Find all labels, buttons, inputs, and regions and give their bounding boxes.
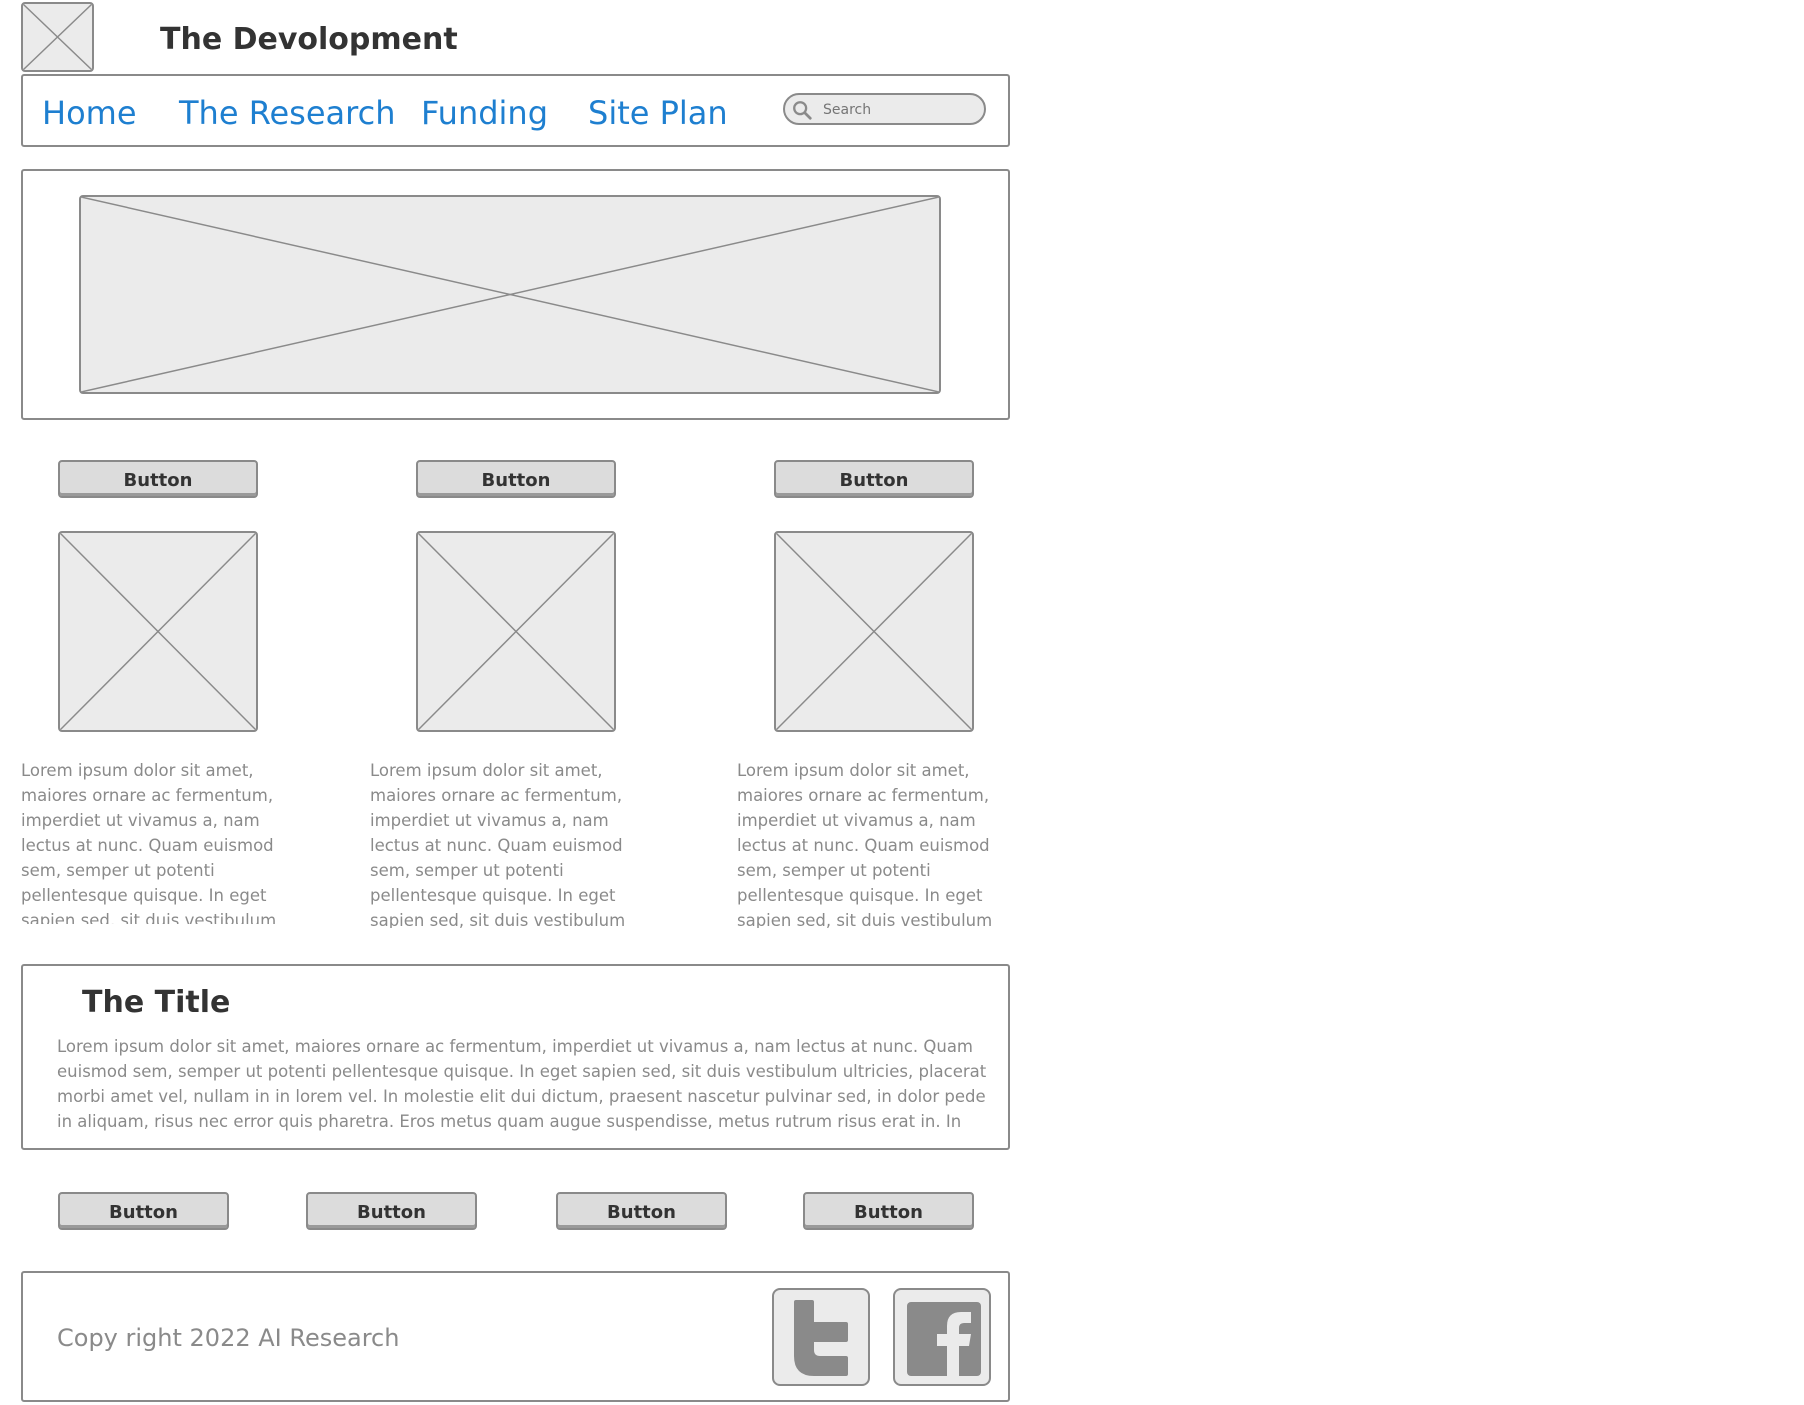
search-box[interactable] xyxy=(783,93,986,125)
article-title: The Title xyxy=(82,985,231,1020)
image-placeholder-icon xyxy=(60,533,256,730)
image-placeholder-icon xyxy=(81,197,939,392)
nav-item-site-plan[interactable]: Site Plan xyxy=(588,94,728,132)
twitter-link[interactable] xyxy=(772,1288,870,1386)
column-2-text: Lorem ipsum dolor sit amet, maiores orna… xyxy=(370,761,626,928)
column-3-text: Lorem ipsum dolor sit amet, maiores orna… xyxy=(737,761,993,928)
column-2-button[interactable]: Button xyxy=(416,460,616,498)
column-2-image-placeholder xyxy=(416,531,616,732)
column-3-button[interactable]: Button xyxy=(774,460,974,498)
bottom-button-3[interactable]: Button xyxy=(556,1192,727,1230)
column-1-text: Lorem ipsum dolor sit amet, maiores orna… xyxy=(21,761,277,924)
bottom-button-4[interactable]: Button xyxy=(803,1192,974,1230)
facebook-icon xyxy=(907,1302,981,1376)
facebook-link[interactable] xyxy=(893,1288,991,1386)
search-input[interactable] xyxy=(821,98,975,122)
bottom-button-2[interactable]: Button xyxy=(306,1192,477,1230)
image-placeholder-icon xyxy=(418,533,614,730)
twitter-icon xyxy=(794,1300,848,1376)
nav-item-research[interactable]: The Research xyxy=(179,94,395,132)
site-title: The Devolopment xyxy=(160,22,458,57)
image-placeholder-icon xyxy=(776,533,972,730)
nav-item-funding[interactable]: Funding xyxy=(421,94,548,132)
article-body: Lorem ipsum dolor sit amet, maiores orna… xyxy=(57,1037,987,1131)
nav-item-home[interactable]: Home xyxy=(42,94,137,132)
search-icon xyxy=(793,101,812,120)
bottom-button-1[interactable]: Button xyxy=(58,1192,229,1230)
logo-placeholder xyxy=(21,2,94,72)
hero-image-placeholder xyxy=(79,195,941,394)
copyright-text: Copy right 2022 AI Research xyxy=(57,1324,400,1352)
image-placeholder-icon xyxy=(23,4,92,70)
column-1-image-placeholder xyxy=(58,531,258,732)
column-3-image-placeholder xyxy=(774,531,974,732)
column-1-button[interactable]: Button xyxy=(58,460,258,498)
